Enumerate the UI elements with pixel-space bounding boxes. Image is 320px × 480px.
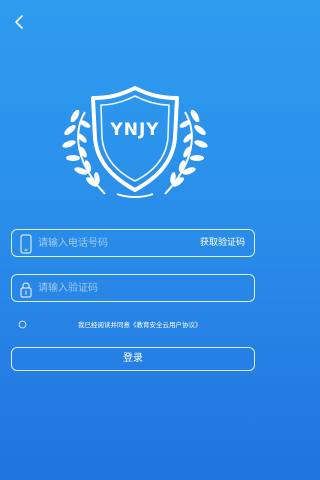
app-logo: YNJY — [55, 82, 215, 206]
back-button[interactable] — [10, 12, 30, 32]
agreement-text: 我已经阅读并同意《教育安全云用户协议》 — [78, 319, 202, 331]
code-field — [11, 274, 255, 302]
lock-icon — [20, 282, 32, 298]
phone-field: 获取验证码 — [11, 229, 255, 257]
chevron-left-icon — [15, 15, 23, 29]
agreement-prefix: 我已经阅读并同意 — [78, 321, 130, 329]
code-input[interactable] — [38, 275, 238, 301]
get-code-button[interactable]: 获取验证码 — [200, 230, 245, 256]
shield-laurel-icon: YNJY — [62, 86, 208, 198]
logo-text: YNJY — [109, 120, 159, 140]
phone-icon — [20, 234, 32, 254]
agreement-link[interactable]: 《教育安全云用户协议》 — [130, 321, 202, 329]
agreement-checkbox[interactable] — [18, 320, 27, 329]
login-button[interactable]: 登录 — [11, 347, 255, 371]
agreement-row: 我已经阅读并同意《教育安全云用户协议》 — [18, 319, 258, 333]
phone-input[interactable] — [38, 230, 178, 256]
